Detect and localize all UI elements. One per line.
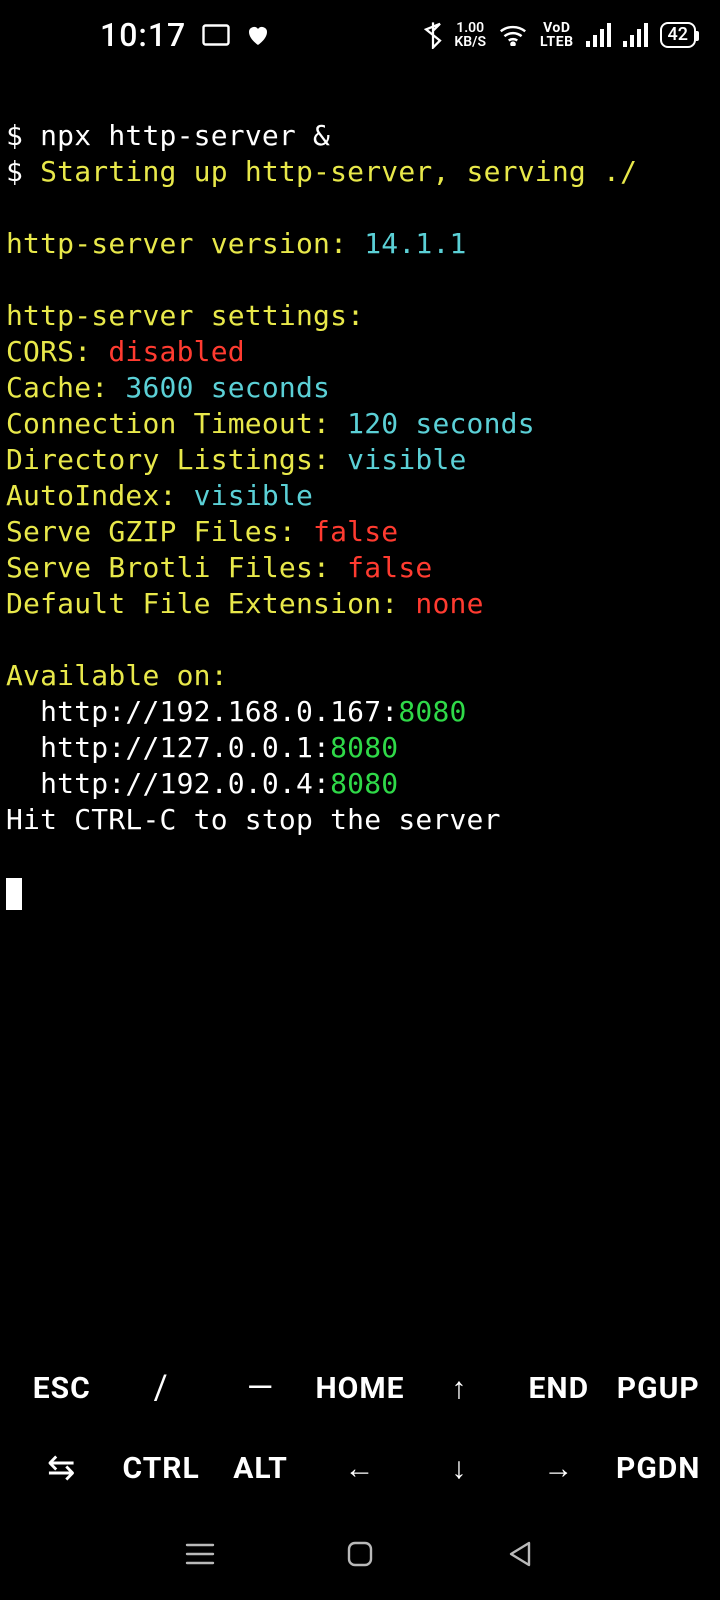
status-right: 1.00 KB/S VoD LTEB 42: [424, 21, 696, 49]
dirlist-label: Directory Listings:: [6, 443, 347, 476]
version-label: http-server version:: [6, 227, 364, 260]
key-pgup[interactable]: PGUP: [609, 1371, 708, 1406]
gzip-value: false: [313, 515, 398, 548]
heart-icon: [246, 24, 270, 46]
url-3-port: 8080: [330, 767, 398, 800]
key-alt[interactable]: ALT: [211, 1451, 310, 1486]
version-value: 14.1.1: [364, 227, 466, 260]
brotli-label: Serve Brotli Files:: [6, 551, 347, 584]
key-ctrl[interactable]: CTRL: [111, 1451, 210, 1486]
key-home[interactable]: HOME: [310, 1371, 409, 1406]
kbps-value: 1.00: [456, 21, 484, 35]
url-1-port: 8080: [398, 695, 466, 728]
key-row-2: ⇆ CTRL ALT ← ↓ → PGDN: [12, 1428, 708, 1508]
key-up[interactable]: ↑: [410, 1371, 509, 1406]
url-3-host: http://192.0.0.4:: [6, 767, 330, 800]
system-nav-bar: [0, 1508, 720, 1600]
cast-icon: [202, 24, 230, 46]
status-bar: 10:17 1.00 KB/S VoD: [0, 0, 720, 70]
gzip-label: Serve GZIP Files:: [6, 515, 313, 548]
prompt: $: [6, 119, 40, 152]
command-text: npx http-server &: [40, 119, 330, 152]
terminal-cursor: [6, 878, 22, 910]
key-pgdn[interactable]: PGDN: [609, 1451, 708, 1486]
key-slash[interactable]: /: [111, 1368, 210, 1408]
wifi-icon: [498, 24, 528, 46]
volte-indicator: VoD LTEB: [540, 21, 574, 49]
bluetooth-icon: [424, 21, 442, 49]
brotli-value: false: [347, 551, 432, 584]
stop-hint: Hit CTRL-C to stop the server: [6, 803, 501, 836]
battery-indicator: 42: [660, 22, 696, 48]
cors-value: disabled: [108, 335, 244, 368]
cors-label: CORS:: [6, 335, 108, 368]
url-2-port: 8080: [330, 731, 398, 764]
kbps-unit: KB/S: [454, 35, 486, 49]
signal-1-icon: [586, 23, 611, 47]
timeout-value: 120 seconds: [347, 407, 535, 440]
key-esc[interactable]: ESC: [12, 1371, 111, 1406]
autoindex-label: AutoIndex:: [6, 479, 194, 512]
available-header: Available on:: [6, 659, 228, 692]
network-speed: 1.00 KB/S: [454, 21, 486, 49]
key-tab[interactable]: ⇆: [12, 1448, 111, 1488]
signal-2-icon: [623, 23, 648, 47]
recents-button[interactable]: [177, 1531, 223, 1577]
url-1-host: http://192.168.0.167:: [6, 695, 398, 728]
volte-bot: LTEB: [540, 35, 574, 49]
settings-header: http-server settings:: [6, 299, 381, 332]
defext-value: none: [415, 587, 483, 620]
terminal-output[interactable]: $ npx http-server & $ Starting up http-s…: [0, 70, 720, 910]
prompt: $: [6, 155, 40, 188]
key-dash[interactable]: —: [211, 1368, 310, 1408]
key-left[interactable]: ←: [310, 1451, 409, 1486]
key-row-1: ESC / — HOME ↑ END PGUP: [12, 1348, 708, 1428]
key-end[interactable]: END: [509, 1371, 608, 1406]
url-2-host: http://127.0.0.1:: [6, 731, 330, 764]
back-button[interactable]: [497, 1531, 543, 1577]
key-right[interactable]: →: [509, 1451, 608, 1486]
volte-top: VoD: [543, 21, 570, 35]
dirlist-value: visible: [347, 443, 466, 476]
status-left: 10:17: [100, 16, 270, 54]
home-button[interactable]: [337, 1531, 383, 1577]
cache-label: Cache:: [6, 371, 125, 404]
clock: 10:17: [100, 16, 186, 54]
key-down[interactable]: ↓: [410, 1451, 509, 1486]
extra-keys-bar: ESC / — HOME ↑ END PGUP ⇆ CTRL ALT ← ↓ →…: [0, 1348, 720, 1508]
cache-value: 3600 seconds: [125, 371, 330, 404]
startup-line: Starting up http-server, serving ./: [40, 155, 637, 188]
timeout-label: Connection Timeout:: [6, 407, 347, 440]
autoindex-value: visible: [194, 479, 313, 512]
defext-label: Default File Extension:: [6, 587, 415, 620]
